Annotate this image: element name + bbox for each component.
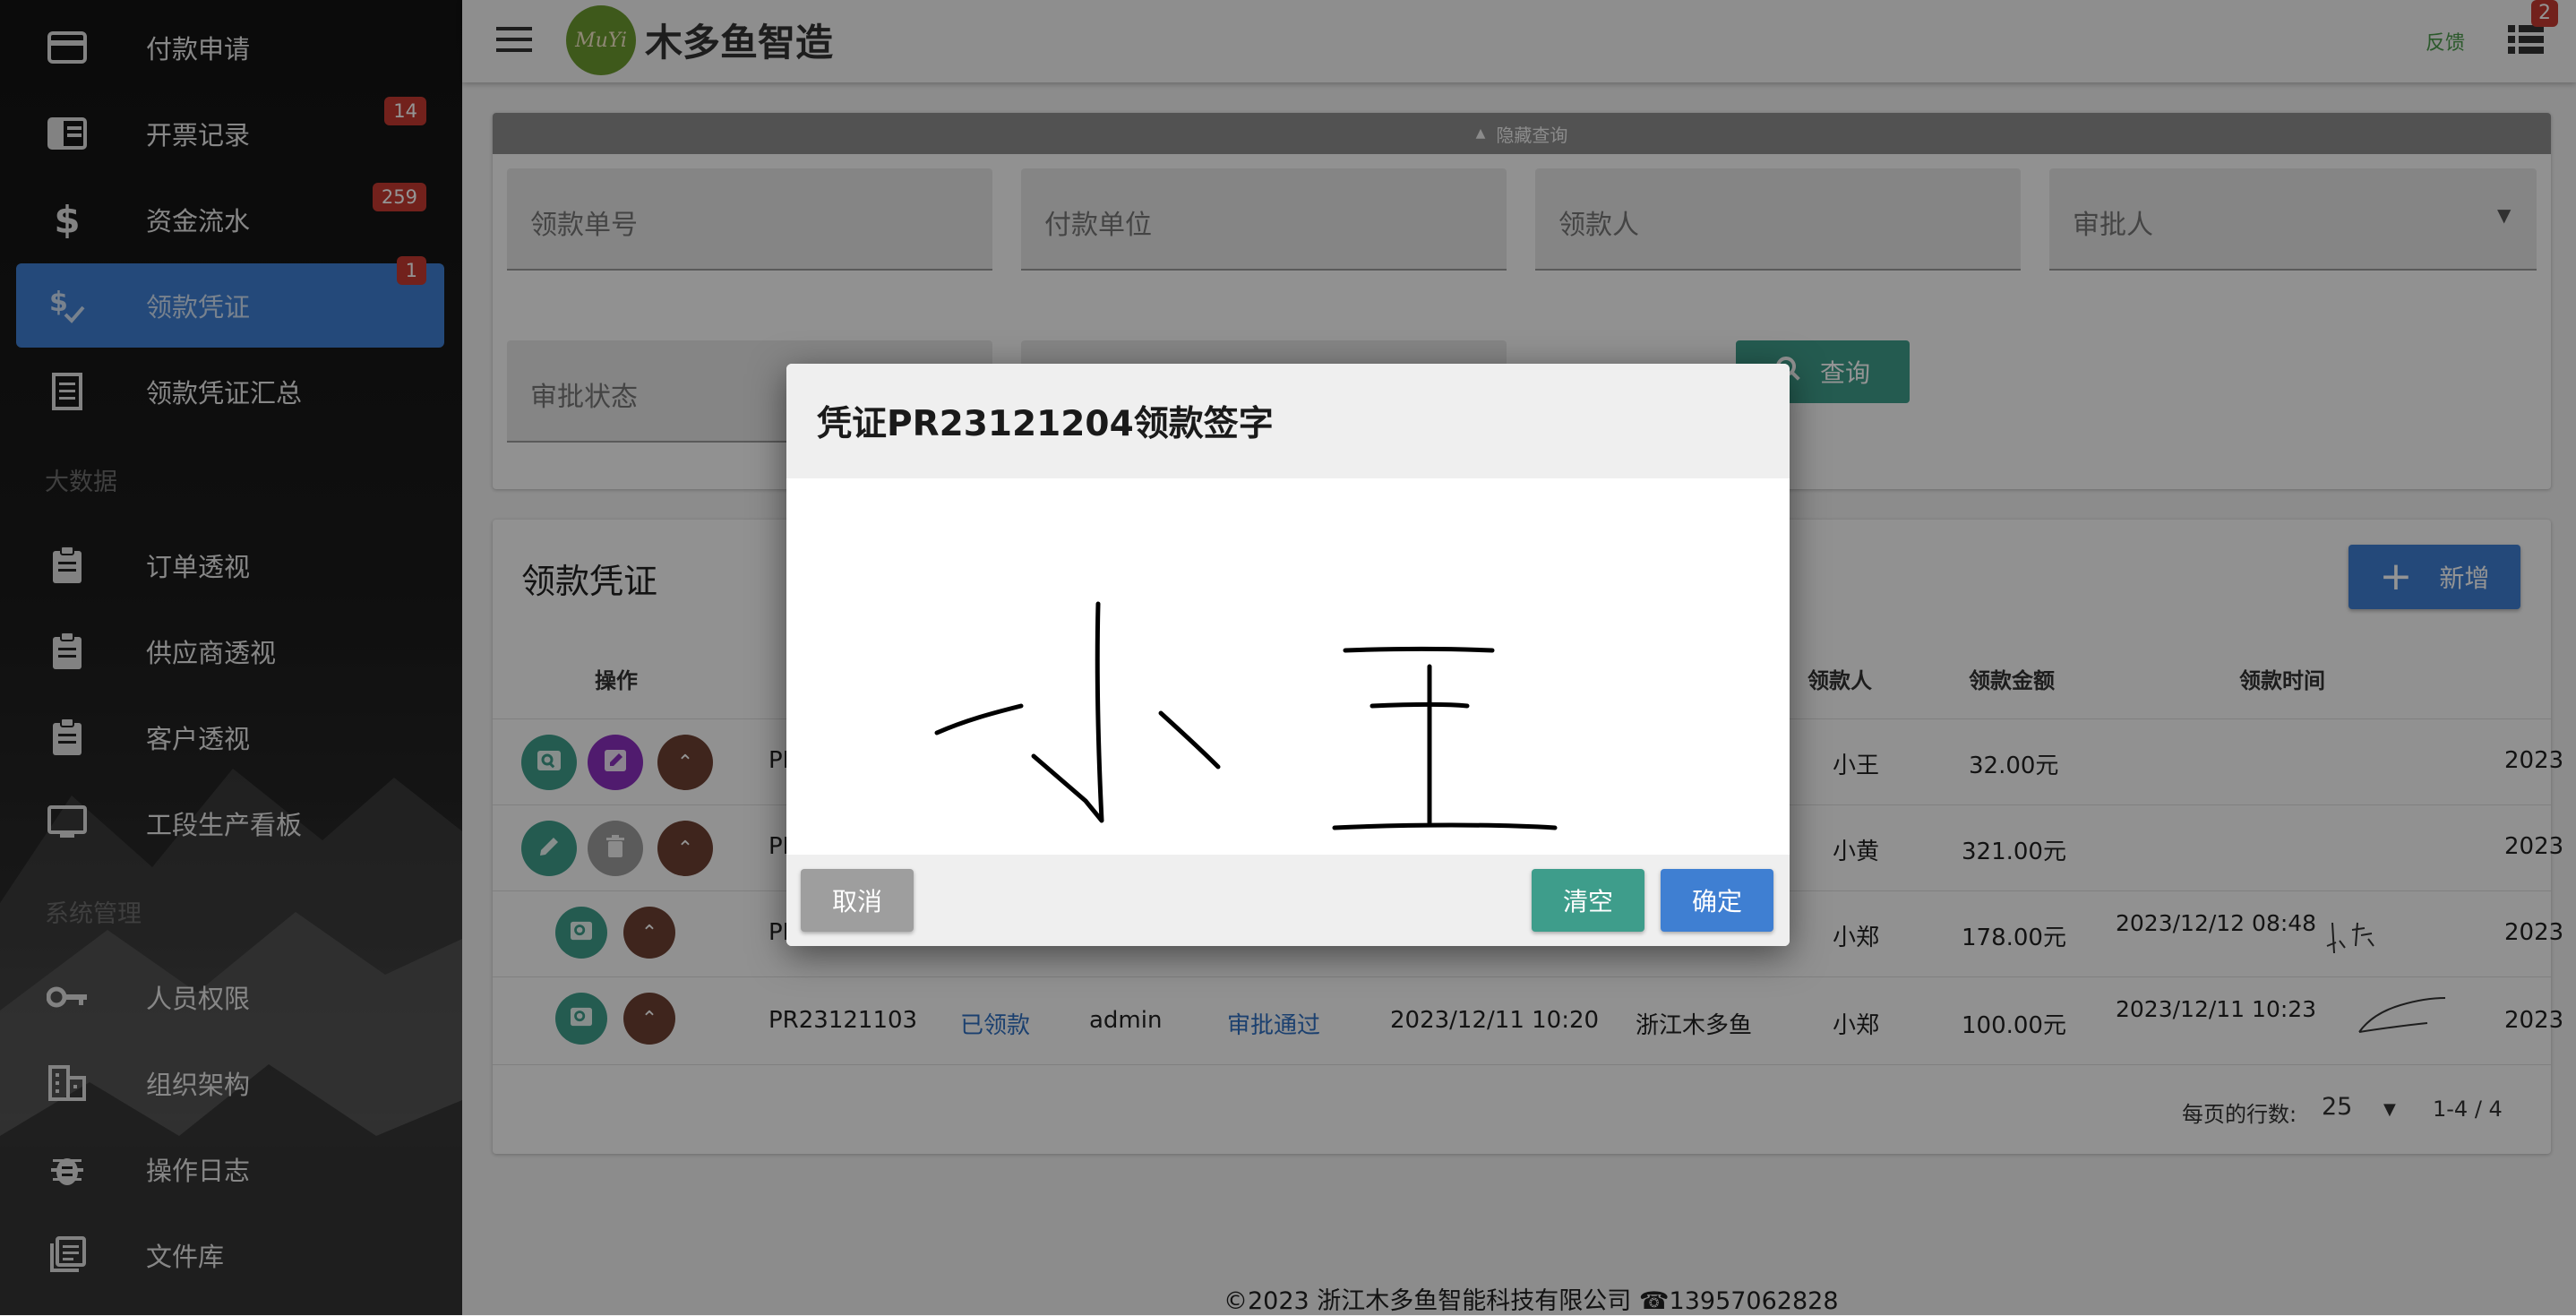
cancel-button-label: 取消 [831,887,882,916]
dialog-header: 凭证PR23121204领款签字 [786,364,1790,478]
clear-button-label: 清空 [1562,887,1613,916]
dialog-title: 凭证PR23121204领款签字 [817,404,1274,444]
cancel-button[interactable]: 取消 [801,869,914,932]
clear-button[interactable]: 清空 [1532,869,1644,932]
signature-dialog: 凭证PR23121204领款签字 取消 清空 确定 [786,364,1790,946]
confirm-button-label: 确定 [1691,887,1742,916]
confirm-button[interactable]: 确定 [1661,869,1773,932]
dialog-footer: 取消 清空 确定 [786,855,1790,946]
signature-canvas[interactable] [786,478,1790,855]
